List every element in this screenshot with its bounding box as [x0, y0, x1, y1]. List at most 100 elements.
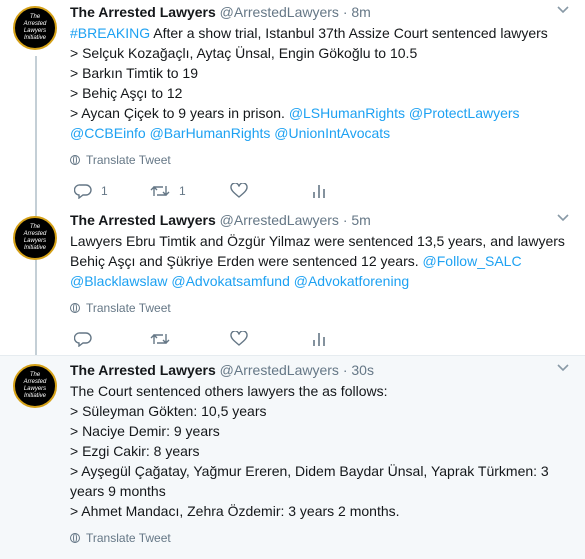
retweet-count: 1	[179, 184, 186, 198]
tweet-text-segment: Lawyers Ebru Timtik and Özgür Yilmaz wer…	[70, 233, 565, 249]
reply-count: 1	[101, 184, 108, 198]
timestamp[interactable]: 8m	[351, 4, 370, 20]
avatar-text: Initiative	[23, 393, 46, 399]
chevron-down-icon[interactable]	[555, 3, 571, 19]
tweet-text-line: > Süleyman Gökten: 10,5 years	[70, 401, 571, 421]
timestamp[interactable]: 5m	[351, 212, 370, 228]
tweet-text-line: > Behiç Aşçı to 12	[70, 83, 571, 103]
mention-link[interactable]: @Blacklawslaw	[70, 273, 167, 289]
reply-button[interactable]	[74, 331, 150, 347]
globe-icon	[70, 533, 80, 543]
mention-link[interactable]: @UnionIntAvocats	[274, 125, 390, 141]
timestamp[interactable]: 30s	[351, 362, 374, 378]
tweet-header: The Arrested Lawyers @ArrestedLawyers · …	[70, 3, 571, 21]
tweet-text-line: Behiç Aşçı and Şükriye Erden were senten…	[70, 251, 571, 271]
translate-label: Translate Tweet	[86, 531, 171, 545]
chevron-down-icon[interactable]	[555, 211, 571, 227]
tweet-text-line: #BREAKING After a show trial, Istanbul 3…	[70, 23, 571, 43]
author-name[interactable]: The Arrested Lawyers	[70, 362, 216, 378]
avatar-text: Initiative	[23, 35, 46, 41]
tweet-text-line: The Court sentenced others lawyers the a…	[70, 381, 571, 401]
globe-icon	[70, 303, 80, 313]
like-button[interactable]	[230, 183, 312, 199]
analytics-icon	[313, 185, 325, 198]
like-button[interactable]	[230, 331, 312, 347]
tweet-text-line: > Barkın Timtik to 19	[70, 63, 571, 83]
tweet-1[interactable]: The Arrested Lawyers Initiative The Arre…	[0, 0, 585, 208]
analytics-icon	[313, 333, 325, 346]
tweet-text-segment: > Ayşegül Çağatay, Yağmur Ereren, Didem …	[70, 463, 549, 479]
tweet-text-segment: > Selçuk Kozağaçlı, Aytaç Ünsal, Engin G…	[70, 45, 418, 61]
translate-tweet-link[interactable]: Translate Tweet	[70, 300, 571, 316]
avatar[interactable]: The Arrested Lawyers Initiative	[13, 216, 57, 260]
mention-link[interactable]: @CCBEinfo	[70, 125, 146, 141]
separator-dot: ·	[342, 212, 348, 228]
avatar-text: The	[29, 224, 41, 230]
avatar-text: Lawyers	[23, 28, 47, 34]
tweet-text-line: > Ezgi Cakir: 8 years	[70, 441, 571, 461]
author-name[interactable]: The Arrested Lawyers	[70, 212, 216, 228]
tweet-text: Lawyers Ebru Timtik and Özgür Yilmaz wer…	[70, 231, 571, 291]
author-handle[interactable]: @ArrestedLawyers	[220, 362, 339, 378]
tweet-3[interactable]: The Arrested Lawyers Initiative The Arre…	[0, 355, 585, 559]
tweet-text-line: > Naciye Demir: 9 years	[70, 421, 571, 441]
tweet-text-segment: years 9 months	[70, 483, 166, 499]
tweet-text-segment: After a show trial, Istanbul 37th Assize…	[150, 25, 548, 41]
translate-tweet-link[interactable]: Translate Tweet	[70, 530, 571, 546]
tweet-text-segment: > Barkın Timtik to 19	[70, 65, 198, 81]
tweet-text-line: > Ayşegül Çağatay, Yağmur Ereren, Didem …	[70, 461, 571, 481]
author-handle[interactable]: @ArrestedLawyers	[220, 4, 339, 20]
tweet-header: The Arrested Lawyers @ArrestedLawyers · …	[70, 361, 571, 379]
tweet-text-segment: Behiç Aşçı and Şükriye Erden were senten…	[70, 253, 423, 269]
mention-link[interactable]: @Follow_SALC	[423, 253, 522, 269]
separator-dot: ·	[342, 4, 348, 20]
tweet-text-line: > Ahmet Mandacı, Zehra Özdemir: 3 years …	[70, 501, 571, 521]
reply-icon	[74, 184, 92, 199]
tweet-text-line: years 9 months	[70, 481, 571, 501]
tweet-text: #BREAKING After a show trial, Istanbul 3…	[70, 23, 571, 143]
avatar[interactable]: The Arrested Lawyers Initiative	[13, 364, 57, 408]
tweet-text-segment: > Ezgi Cakir: 8 years	[70, 443, 200, 459]
separator-dot: ·	[342, 362, 348, 378]
tweet-text-line: @CCBEinfo @BarHumanRights @UnionIntAvoca…	[70, 123, 571, 143]
tweet-text-line: > Selçuk Kozağaçlı, Aytaç Ünsal, Engin G…	[70, 43, 571, 63]
tweet-text: The Court sentenced others lawyers the a…	[70, 381, 571, 521]
reply-icon	[74, 332, 92, 347]
mention-link[interactable]: @Advokatsamfund	[171, 273, 290, 289]
retweet-button[interactable]: 1	[150, 183, 230, 199]
hashtag-link[interactable]: #BREAKING	[70, 25, 150, 41]
mention-link[interactable]: @LSHumanRights	[289, 105, 405, 121]
translate-tweet-link[interactable]: Translate Tweet	[70, 152, 571, 168]
tweet-text-segment: The Court sentenced others lawyers the a…	[70, 383, 388, 399]
avatar-text: Lawyers	[23, 238, 47, 244]
tweet-header: The Arrested Lawyers @ArrestedLawyers · …	[70, 211, 571, 229]
tweet-text-segment: > Aycan Çiçek to 9 years in prison.	[70, 105, 289, 121]
analytics-button[interactable]	[312, 183, 326, 199]
tweet-text-line: > Aycan Çiçek to 9 years in prison. @LSH…	[70, 103, 571, 123]
analytics-button[interactable]	[312, 331, 326, 347]
translate-label: Translate Tweet	[86, 153, 171, 167]
reply-button[interactable]: 1	[74, 183, 150, 199]
tweet-2[interactable]: The Arrested Lawyers Initiative The Arre…	[0, 208, 585, 354]
author-name[interactable]: The Arrested Lawyers	[70, 4, 216, 20]
retweet-button[interactable]	[150, 331, 230, 347]
mention-link[interactable]: @BarHumanRights	[150, 125, 271, 141]
globe-icon	[70, 155, 80, 165]
tweet-text-segment: > Ahmet Mandacı, Zehra Özdemir: 3 years …	[70, 503, 400, 519]
tweet-text-segment: > Naciye Demir: 9 years	[70, 423, 220, 439]
heart-icon	[230, 331, 248, 346]
avatar-text: Arrested	[23, 21, 47, 27]
chevron-down-icon[interactable]	[555, 361, 571, 377]
author-handle[interactable]: @ArrestedLawyers	[220, 212, 339, 228]
avatar[interactable]: The Arrested Lawyers Initiative	[13, 6, 57, 50]
avatar-text: Arrested	[23, 231, 47, 237]
heart-icon	[230, 183, 248, 198]
avatar-text: Lawyers	[23, 386, 47, 392]
translate-label: Translate Tweet	[86, 301, 171, 315]
mention-link[interactable]: @ProtectLawyers	[409, 105, 520, 121]
retweet-icon	[150, 334, 170, 344]
avatar-text: Arrested	[23, 379, 47, 385]
tweet-text-line: Lawyers Ebru Timtik and Özgür Yilmaz wer…	[70, 231, 571, 251]
mention-link[interactable]: @Advokatforening	[294, 273, 409, 289]
tweet-text-segment: > Süleyman Gökten: 10,5 years	[70, 403, 267, 419]
